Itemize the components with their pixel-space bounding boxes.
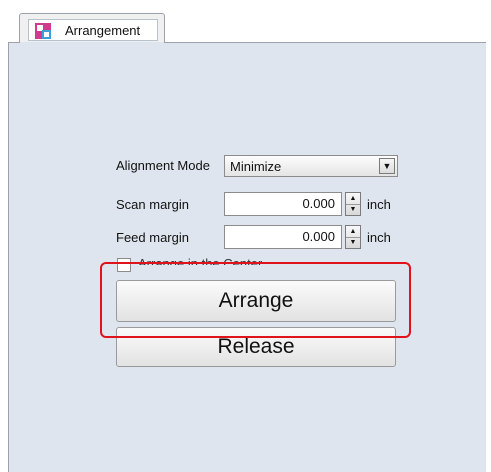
tab-join — [20, 42, 164, 44]
release-button[interactable]: Release — [116, 327, 396, 367]
chevron-down-icon[interactable]: ▼ — [379, 158, 395, 174]
spin-down-icon[interactable]: ▼ — [346, 237, 360, 248]
arrangement-icon — [35, 23, 51, 39]
scan-margin-input[interactable]: 0.000 — [224, 192, 342, 216]
alignment-mode-label: Alignment Mode — [116, 158, 210, 173]
alignment-mode-select[interactable]: Minimize ▼ — [224, 155, 398, 177]
alignment-mode-value: Minimize — [230, 159, 282, 174]
arrange-button[interactable]: Arrange — [116, 280, 396, 322]
feed-margin-spinner[interactable]: ▲ ▼ — [345, 225, 361, 249]
arrange-center-checkbox[interactable] — [117, 258, 131, 272]
tab-arrangement-inner[interactable]: Arrangement — [28, 19, 158, 41]
scan-margin-label: Scan margin — [116, 197, 189, 212]
feed-margin-unit: inch — [367, 230, 391, 245]
feed-margin-label: Feed margin — [116, 230, 189, 245]
scan-margin-unit: inch — [367, 197, 391, 212]
tab-label: Arrangement — [65, 23, 141, 38]
tab-arrangement[interactable]: Arrangement — [19, 13, 165, 43]
scan-margin-spinner[interactable]: ▲ ▼ — [345, 192, 361, 216]
arrange-center-label: Arrange in the Center — [138, 256, 263, 265]
feed-margin-input[interactable]: 0.000 — [224, 225, 342, 249]
spin-down-icon[interactable]: ▼ — [346, 204, 360, 215]
